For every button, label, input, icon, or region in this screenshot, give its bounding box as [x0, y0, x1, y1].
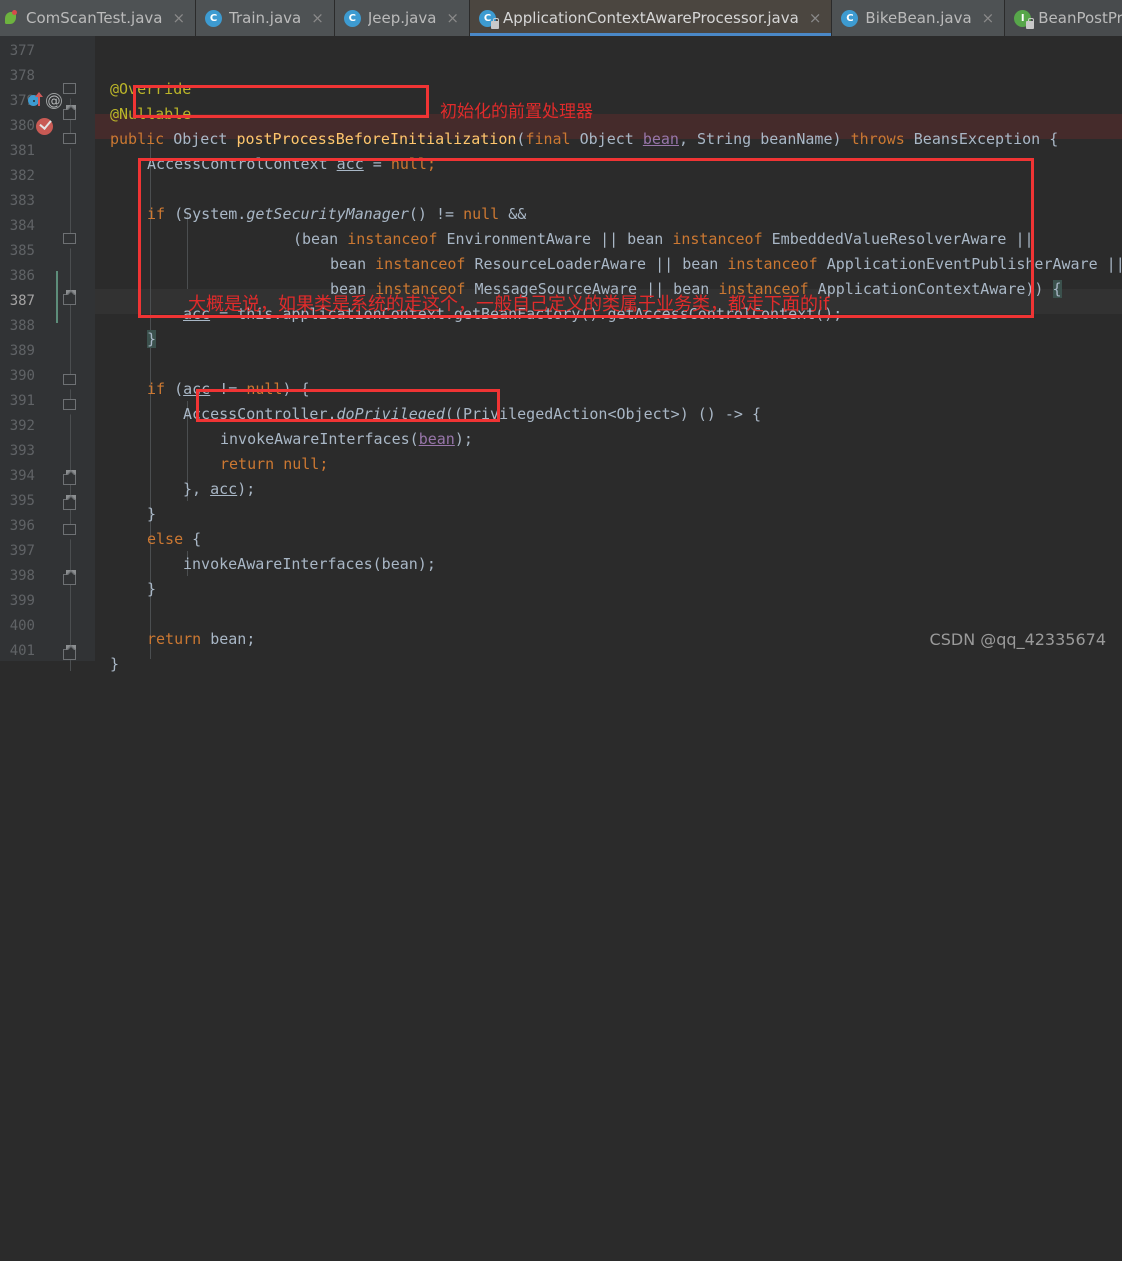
- line-number: 394: [9, 468, 35, 484]
- code-editor[interactable]: 377 378 379 380 381 382 383 384 385 386 …: [0, 36, 1122, 673]
- line-number: 377: [9, 43, 35, 59]
- java-class-icon: C: [479, 9, 499, 29]
- editor-gutter[interactable]: 377 378 379 380 381 382 383 384 385 386 …: [0, 36, 95, 671]
- line-number: 388: [9, 318, 35, 334]
- java-interface-icon: I: [1014, 9, 1035, 29]
- code-line: return bean;: [147, 630, 256, 648]
- fold-marker[interactable]: [63, 495, 78, 514]
- line-number: 399: [9, 593, 35, 609]
- close-icon[interactable]: ×: [172, 10, 185, 26]
- code-line: @Override: [110, 80, 192, 98]
- line-number: 396: [9, 518, 35, 534]
- code-line: invokeAwareInterfaces(bean);: [220, 430, 473, 448]
- code-line: }: [147, 330, 157, 348]
- tab-label: ApplicationContextAwareProcessor.java: [503, 9, 799, 27]
- code-line: invokeAwareInterfaces(bean);: [183, 555, 436, 573]
- code-line: if (acc != null) {: [147, 380, 310, 398]
- fold-marker[interactable]: [63, 470, 78, 489]
- code-line: AccessControlContext acc = null;: [147, 155, 436, 173]
- line-number: 400: [9, 618, 35, 634]
- line-number: 398: [9, 568, 35, 584]
- fold-marker[interactable]: [63, 83, 78, 99]
- code-line: }: [110, 655, 120, 673]
- line-number: 391: [9, 393, 35, 409]
- code-content[interactable]: @Override @Nullable public Object postPr…: [95, 36, 1122, 673]
- ide-window: ComScanTest.java × C Train.java × C Jeep…: [0, 0, 1122, 673]
- tab-bikebean[interactable]: C BikeBean.java ×: [832, 0, 1006, 36]
- tab-label: ComScanTest.java: [26, 9, 163, 27]
- line-number: 386: [9, 268, 35, 284]
- breakpoint-icon[interactable]: [36, 117, 53, 135]
- fold-marker[interactable]: [63, 105, 78, 124]
- tab-label: BeanPostProcessor.: [1038, 9, 1122, 27]
- tab-train[interactable]: C Train.java ×: [196, 0, 335, 36]
- line-number: 378: [9, 68, 35, 84]
- java-class-icon: C: [343, 9, 361, 27]
- lock-icon: [1026, 17, 1035, 29]
- code-line: @Nullable: [110, 105, 192, 123]
- line-number: 384: [9, 218, 35, 234]
- line-number: 401: [9, 643, 35, 659]
- tab-comscantest[interactable]: ComScanTest.java ×: [0, 0, 197, 36]
- line-number: 397: [9, 543, 35, 559]
- code-line: return null;: [220, 455, 329, 473]
- code-line: public Object postProcessBeforeInitializ…: [110, 130, 1059, 148]
- spring-bean-icon: [4, 9, 19, 27]
- line-number: 380: [9, 118, 35, 134]
- line-number: 393: [9, 443, 35, 459]
- line-number: 390: [9, 368, 35, 384]
- java-class-icon: C: [205, 9, 223, 27]
- close-icon[interactable]: ×: [446, 10, 459, 26]
- line-number: 392: [9, 418, 35, 434]
- code-line: (bean instanceof EnvironmentAware || bea…: [293, 230, 1034, 248]
- code-line: if (System.getSecurityManager() != null …: [147, 205, 527, 223]
- fold-marker[interactable]: [63, 399, 78, 415]
- lock-icon: [491, 17, 499, 29]
- java-class-icon: C: [841, 9, 859, 27]
- code-line: }: [147, 580, 157, 598]
- code-line: AccessController.doPrivileged((Privilege…: [183, 405, 761, 423]
- tab-label: Jeep.java: [367, 9, 437, 27]
- close-icon[interactable]: ×: [982, 10, 995, 26]
- line-number: 381: [9, 143, 35, 159]
- fold-marker[interactable]: [63, 233, 78, 249]
- fold-marker[interactable]: [63, 374, 78, 390]
- fold-marker[interactable]: [63, 524, 78, 540]
- code-line: bean instanceof ResourceLoaderAware || b…: [330, 255, 1122, 273]
- tab-label: BikeBean.java: [865, 9, 972, 27]
- annotation-gutter-icon[interactable]: @: [46, 93, 62, 109]
- watermark: CSDN @qq_42335674: [929, 630, 1106, 649]
- fold-marker[interactable]: [63, 645, 78, 664]
- close-icon[interactable]: ×: [809, 10, 822, 26]
- close-icon[interactable]: ×: [311, 10, 324, 26]
- code-line: }, acc);: [183, 480, 256, 498]
- tab-label: Train.java: [229, 9, 302, 27]
- line-number: 382: [9, 168, 35, 184]
- line-number: 387: [9, 293, 35, 309]
- line-number: 383: [9, 193, 35, 209]
- code-line: else {: [147, 530, 202, 548]
- tab-applicationcontextawareprocessor[interactable]: C ApplicationContextAwareProcessor.java …: [470, 0, 833, 36]
- code-line: }: [147, 505, 157, 523]
- fold-marker[interactable]: [63, 570, 78, 589]
- editor-tab-bar: ComScanTest.java × C Train.java × C Jeep…: [0, 0, 1122, 36]
- tab-jeep[interactable]: C Jeep.java ×: [334, 0, 470, 36]
- override-method-icon[interactable]: [28, 92, 44, 109]
- vcs-change-marker[interactable]: [56, 271, 58, 323]
- fold-marker[interactable]: [63, 133, 78, 149]
- line-number: 385: [9, 243, 35, 259]
- annotation-method-note: 初始化的前置处理器: [440, 102, 593, 122]
- fold-marker[interactable]: [63, 290, 78, 309]
- line-number: 395: [9, 493, 35, 509]
- tab-beanpostprocessor[interactable]: I BeanPostProcessor.: [1005, 0, 1122, 36]
- annotation-block-note: 大概是说，如果类是系统的走这个，一般自己定义的类属于业务类，都走下面的if: [188, 294, 830, 315]
- line-number: 389: [9, 343, 35, 359]
